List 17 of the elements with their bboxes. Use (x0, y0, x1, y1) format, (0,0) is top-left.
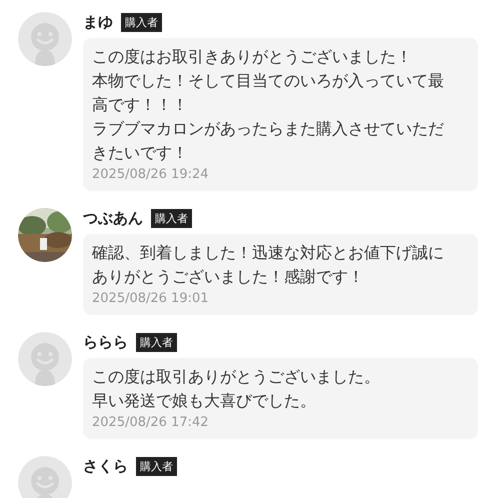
user-name[interactable]: さくら (83, 457, 128, 476)
timestamp: 2025/08/26 19:24 (92, 167, 210, 182)
user-name[interactable]: ららら (83, 333, 128, 352)
comment-text: この度は取引ありがとうございました。 早い発送で娘も大喜びでした。 (92, 366, 381, 412)
default-avatar-icon (18, 456, 72, 498)
comment-text: この度はお取引きありがとうございました！ 本物でした！そして目当てのいろが入っていて最 高です！！！ ラブブマカロンがあったらまた購入させていただ きたいです！ (92, 46, 445, 164)
timestamp: 2025/08/26 19:01 (92, 291, 210, 306)
user-name[interactable]: まゆ (83, 13, 113, 32)
default-avatar-icon (18, 12, 72, 66)
comment-text: 確認、到着しました！迅速な対応とお値下げ誠に ありがとうございました！感謝です！ (92, 242, 445, 288)
buyer-badge: 購入者 (136, 457, 177, 476)
buyer-badge: 購入者 (151, 209, 192, 228)
default-avatar-icon (18, 332, 72, 386)
buyer-badge: 購入者 (136, 333, 177, 352)
user-name[interactable]: つぶあん (83, 209, 143, 228)
buyer-badge: 購入者 (121, 13, 162, 32)
timestamp: 2025/08/26 17:42 (92, 415, 210, 430)
